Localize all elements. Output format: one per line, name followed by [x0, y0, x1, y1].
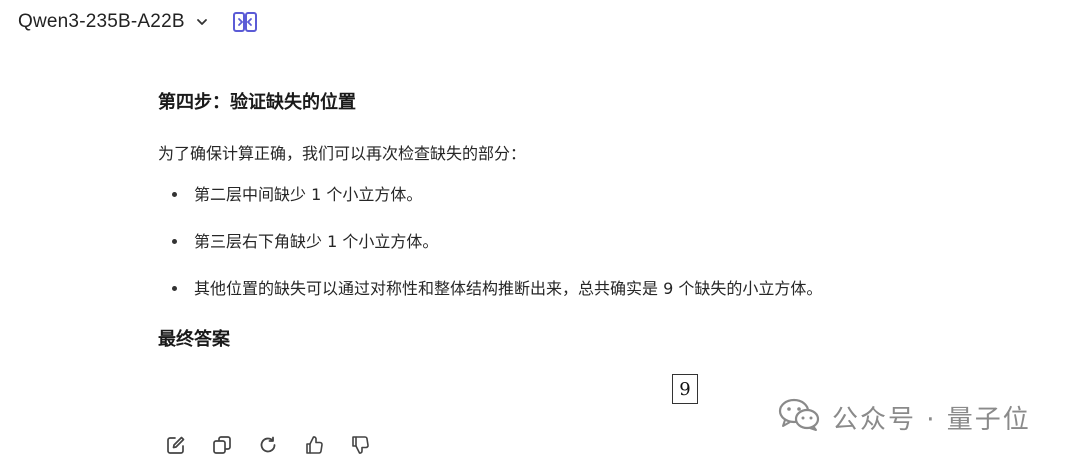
compare-models-icon[interactable]	[231, 8, 259, 36]
step-heading: 第四步：验证缺失的位置	[158, 92, 356, 113]
chevron-down-icon[interactable]	[195, 15, 209, 29]
thumbs-down-icon[interactable]	[348, 433, 372, 457]
list-item: 第三层右下角缺少 1 个小立方体。	[158, 231, 822, 278]
bullet-dot	[172, 286, 177, 291]
list-item-text: 第三层右下角缺少 1 个小立方体。	[194, 232, 439, 251]
thumbs-up-icon[interactable]	[302, 433, 326, 457]
watermark-text: 公众号 · 量子位	[832, 404, 1031, 435]
list-item: 第二层中间缺少 1 个小立方体。	[158, 184, 822, 231]
list-item: 其他位置的缺失可以通过对称性和整体结构推断出来，总共确实是 9 个缺失的小立方体…	[158, 278, 822, 325]
copy-icon[interactable]	[210, 433, 234, 457]
model-name[interactable]: Qwen3-235B-A22B	[18, 11, 185, 33]
edit-icon[interactable]	[164, 433, 188, 457]
bullet-dot	[172, 192, 177, 197]
bullet-list: 第二层中间缺少 1 个小立方体。 第三层右下角缺少 1 个小立方体。 其他位置的…	[158, 184, 822, 325]
list-item-text: 第二层中间缺少 1 个小立方体。	[194, 185, 423, 204]
final-answer-heading: 最终答案	[158, 329, 230, 350]
message-actions	[164, 433, 372, 457]
list-item-text: 其他位置的缺失可以通过对称性和整体结构推断出来，总共确实是 9 个缺失的小立方体…	[194, 279, 823, 298]
watermark: 公众号 · 量子位	[778, 398, 1031, 436]
wechat-icon	[778, 398, 820, 436]
boxed-answer: 9	[672, 374, 698, 404]
regenerate-icon[interactable]	[256, 433, 280, 457]
bullet-dot	[172, 239, 177, 244]
model-selector[interactable]: Qwen3-235B-A22B	[18, 6, 259, 38]
intro-paragraph: 为了确保计算正确，我们可以再次检查缺失的部分：	[158, 144, 527, 163]
